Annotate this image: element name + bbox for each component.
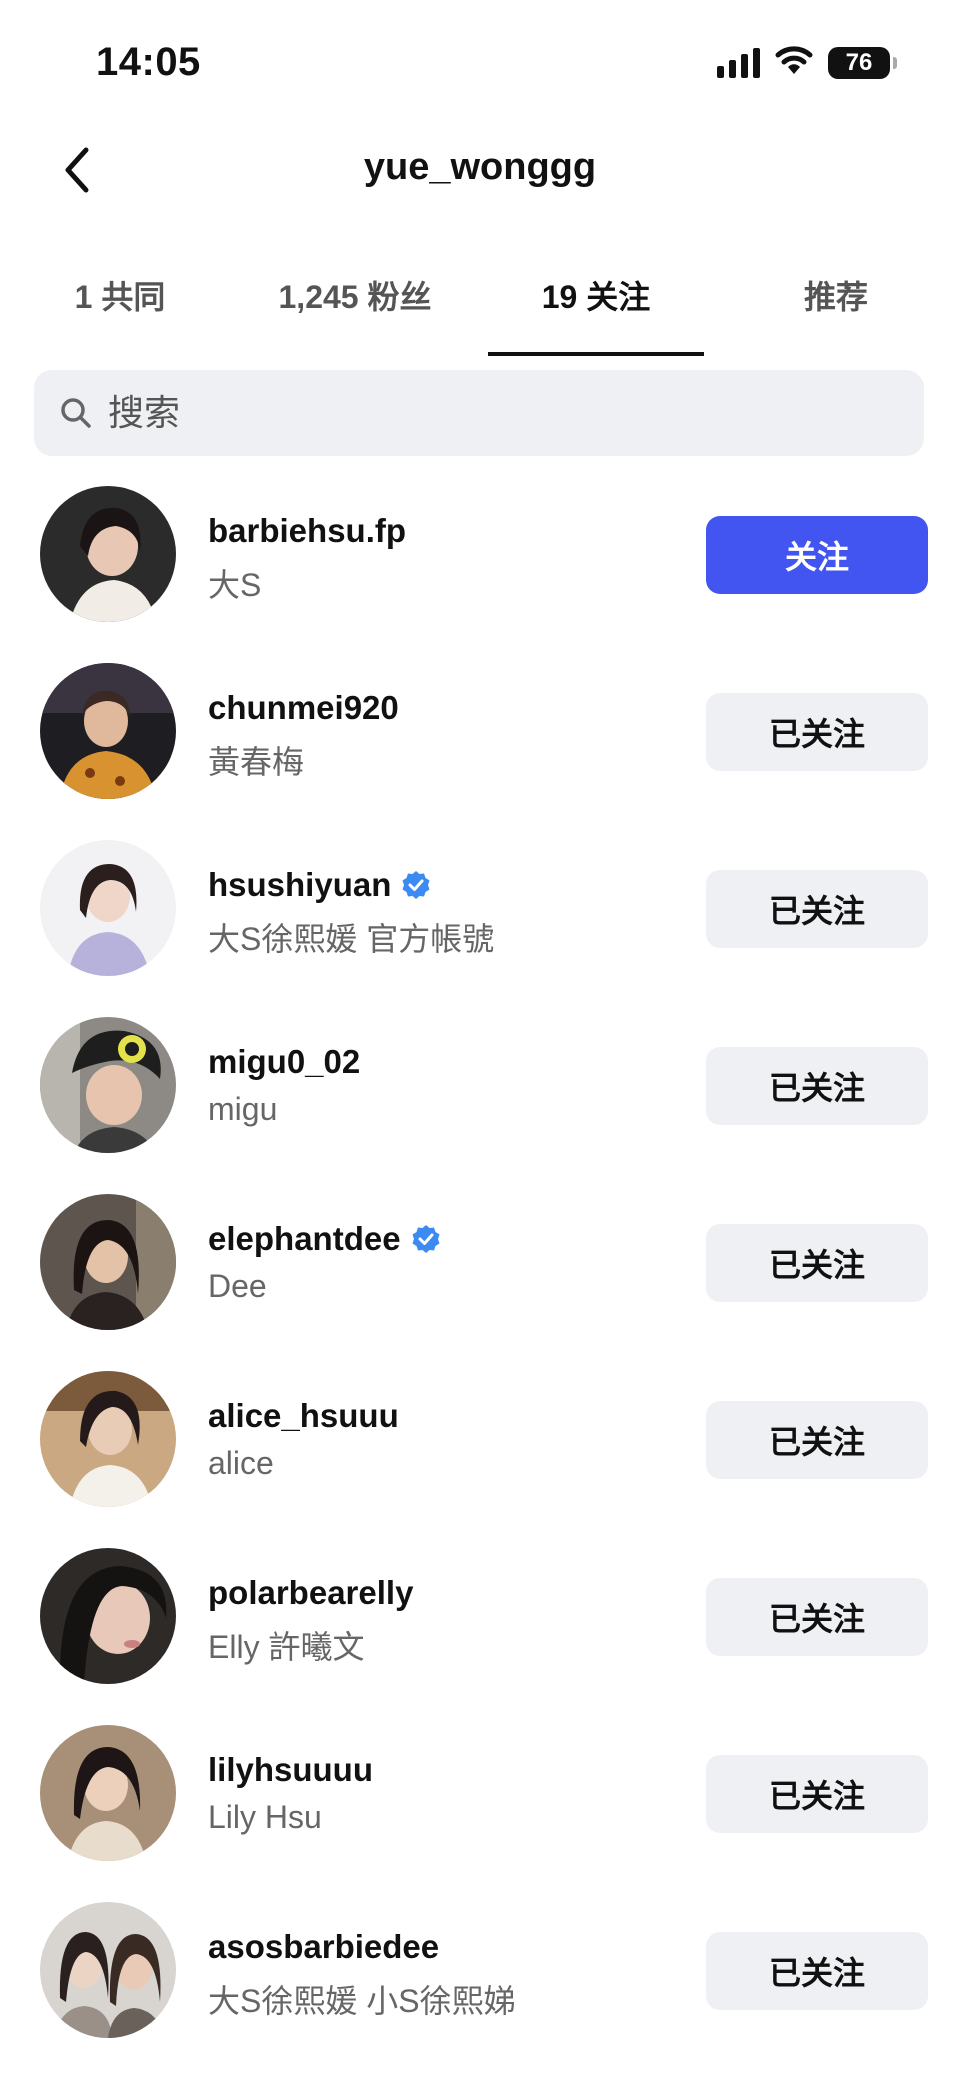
avatar[interactable] xyxy=(40,486,176,622)
tab-bar: 1 共同 1,245 粉丝 19 关注 推荐 xyxy=(0,272,960,356)
active-tab-indicator xyxy=(488,352,704,356)
following-button[interactable]: 已关注 xyxy=(706,1755,928,1833)
list-item[interactable]: asosbarbiedee 大S徐熙媛 小S徐熙娣 已关注 xyxy=(0,1890,960,2067)
avatar[interactable] xyxy=(40,1194,176,1330)
following-button[interactable]: 已关注 xyxy=(706,1047,928,1125)
follow-button[interactable]: 关注 xyxy=(706,516,928,594)
display-name: 大S徐熙媛 官方帳號 xyxy=(208,921,495,957)
list-item[interactable]: lilyhsuuuu Lily Hsu 已关注 xyxy=(0,1713,960,1890)
display-name: alice xyxy=(208,1445,274,1481)
avatar[interactable] xyxy=(40,663,176,799)
list-item[interactable]: chunmei920 黃春梅 已关注 xyxy=(0,651,960,828)
list-item[interactable]: migu0_02 migu 已关注 xyxy=(0,1005,960,1182)
username[interactable]: lilyhsuuuu xyxy=(208,1751,373,1789)
display-name: Dee xyxy=(208,1268,267,1304)
avatar[interactable] xyxy=(40,840,176,976)
username[interactable]: chunmei920 xyxy=(208,689,399,727)
username[interactable]: migu0_02 xyxy=(208,1043,360,1081)
following-list: barbiehsu.fp 大S 关注 chunmei920 黃春梅 已关注 hs… xyxy=(0,474,960,2067)
following-button[interactable]: 已关注 xyxy=(706,1932,928,2010)
following-button[interactable]: 已关注 xyxy=(706,1224,928,1302)
status-bar: 14:05 76 xyxy=(0,0,960,130)
display-name: 大S徐熙媛 小S徐熙娣 xyxy=(208,1983,516,2019)
avatar[interactable] xyxy=(40,1725,176,1861)
avatar[interactable] xyxy=(40,1371,176,1507)
battery-level: 76 xyxy=(845,48,873,76)
following-button[interactable]: 已关注 xyxy=(706,1578,928,1656)
tab-following[interactable]: 19 关注 xyxy=(508,272,684,356)
list-item[interactable]: elephantdee Dee 已关注 xyxy=(0,1182,960,1359)
page-title: yue_wonggg xyxy=(363,146,597,188)
list-item[interactable]: polarbearelly Elly 許曦文 已关注 xyxy=(0,1536,960,1713)
status-icons: 76 xyxy=(717,44,897,81)
list-item[interactable]: hsushiyuan 大S徐熙媛 官方帳號 已关注 xyxy=(0,828,960,1005)
display-name: 大S xyxy=(208,567,262,603)
list-item[interactable]: alice_hsuuu alice 已关注 xyxy=(0,1359,960,1536)
battery-icon: 76 xyxy=(828,46,897,79)
following-button[interactable]: 已关注 xyxy=(706,870,928,948)
avatar[interactable] xyxy=(40,1017,176,1153)
tab-followers[interactable]: 1,245 粉丝 xyxy=(252,272,458,356)
wifi-icon xyxy=(774,44,814,81)
display-name: Elly 許曦文 xyxy=(208,1629,365,1665)
following-button[interactable]: 已关注 xyxy=(706,693,928,771)
tab-suggested[interactable]: 推荐 xyxy=(770,272,902,356)
signal-icon xyxy=(717,47,760,78)
display-name: 黃春梅 xyxy=(208,744,305,780)
username[interactable]: hsushiyuan xyxy=(208,866,431,904)
status-time: 14:05 xyxy=(96,40,201,84)
list-item[interactable]: barbiehsu.fp 大S 关注 xyxy=(0,474,960,651)
search-input[interactable] xyxy=(106,391,890,435)
username[interactable]: polarbearelly xyxy=(208,1574,413,1612)
verified-badge-icon xyxy=(412,1225,440,1253)
search-bar[interactable] xyxy=(34,370,924,456)
username[interactable]: asosbarbiedee xyxy=(208,1928,439,1966)
display-name: Lily Hsu xyxy=(208,1799,322,1835)
username[interactable]: barbiehsu.fp xyxy=(208,512,406,550)
username[interactable]: alice_hsuuu xyxy=(208,1397,399,1435)
tab-mutual[interactable]: 1 共同 xyxy=(50,272,190,356)
following-button[interactable]: 已关注 xyxy=(706,1401,928,1479)
display-name: migu xyxy=(208,1091,278,1127)
search-icon xyxy=(58,395,94,431)
username[interactable]: elephantdee xyxy=(208,1220,441,1258)
verified-badge-icon xyxy=(402,871,430,899)
avatar[interactable] xyxy=(40,1548,176,1684)
avatar[interactable] xyxy=(40,1902,176,2038)
